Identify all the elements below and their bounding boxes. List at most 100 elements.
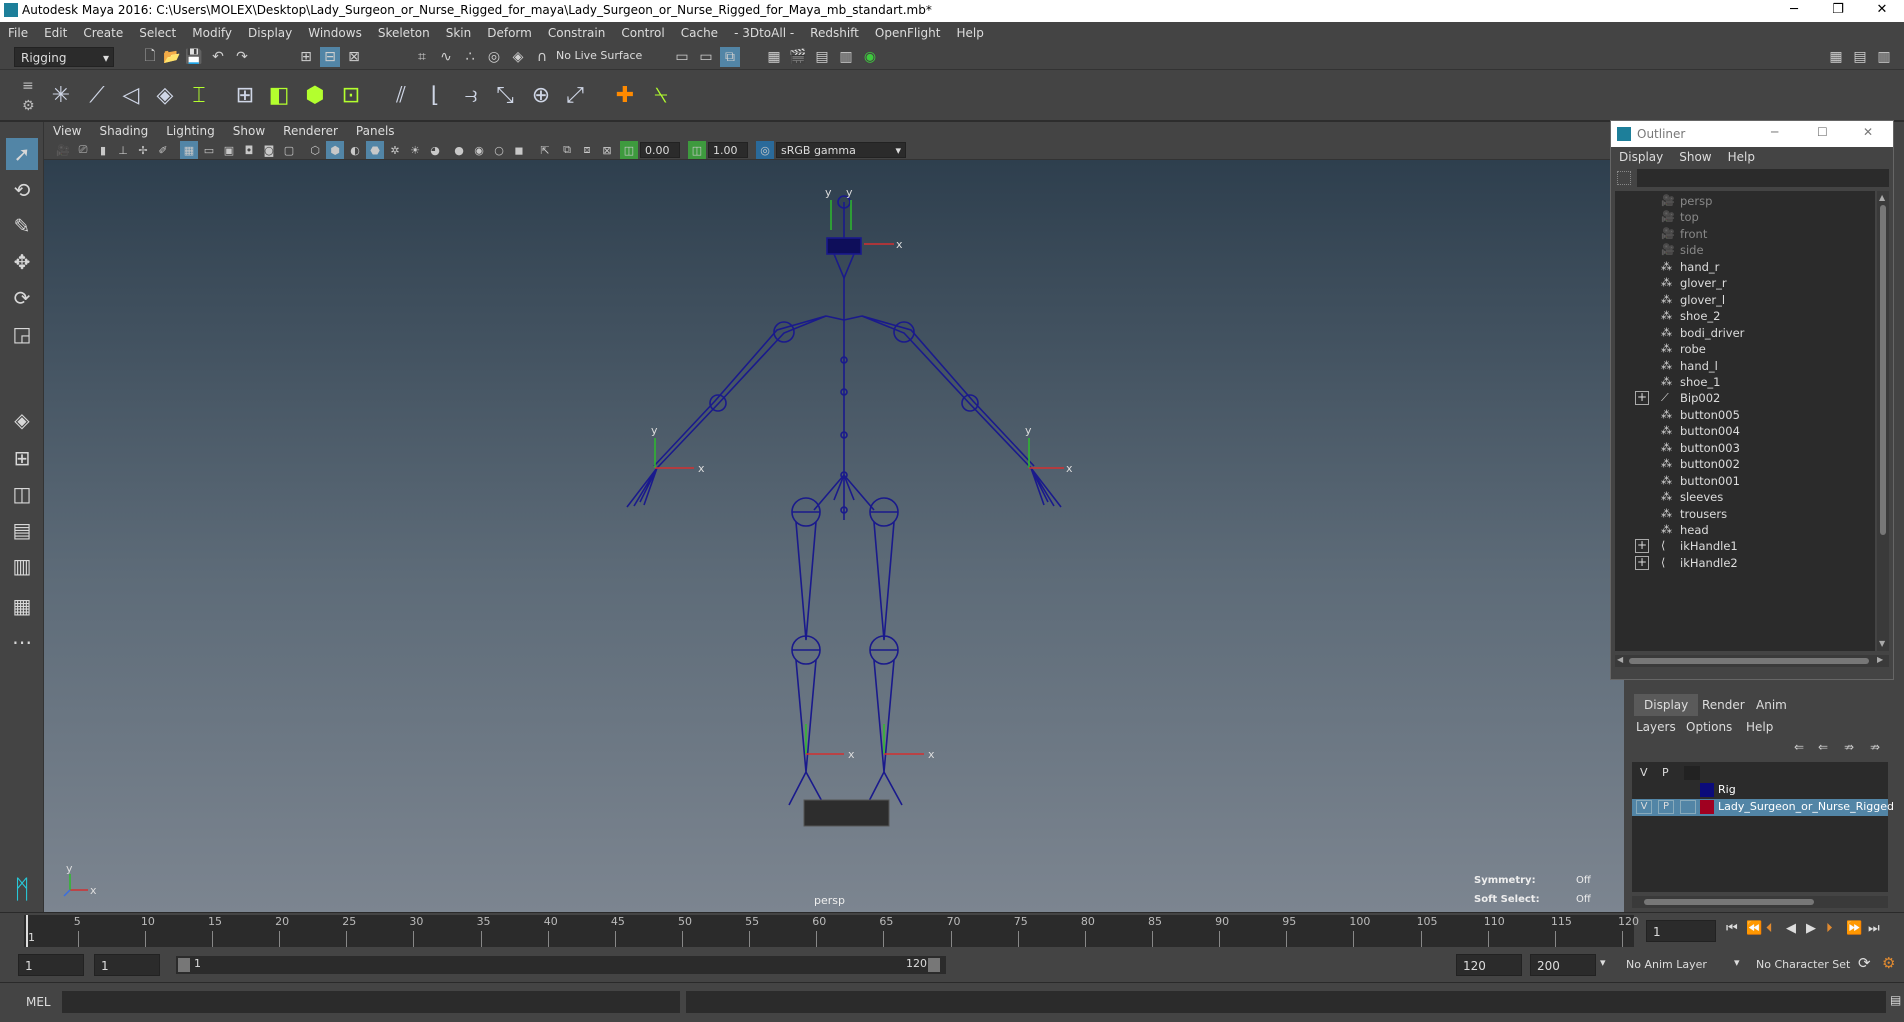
bind-skin-icon[interactable]: ⫽ — [384, 78, 418, 112]
safe-action-icon[interactable]: ▢ — [280, 141, 298, 159]
character-set-label[interactable]: No Character Set — [1756, 958, 1850, 971]
lattice-icon[interactable]: ◧ — [262, 78, 296, 112]
menu-openflight[interactable]: OpenFlight — [867, 22, 949, 44]
tool-settings-icon[interactable]: ▥ — [1874, 47, 1894, 67]
scale-tool-icon[interactable]: ◲ — [6, 318, 38, 350]
current-frame-field[interactable]: 1 — [1646, 920, 1716, 942]
ik-spline-icon[interactable]: ◁ — [114, 78, 148, 112]
panel-menu-shading[interactable]: Shading — [90, 122, 157, 140]
isolate-select-icon[interactable]: ⇱ — [536, 141, 554, 159]
more-layouts-icon[interactable]: ⋯ — [6, 626, 38, 658]
default-material-icon[interactable]: ◐ — [346, 141, 364, 159]
color-space-dropdown[interactable]: sRGB gamma ▾ — [776, 142, 906, 158]
menu-select[interactable]: Select — [131, 22, 184, 44]
exposure-icon[interactable]: ◫ — [620, 141, 638, 159]
panel-menu-panels[interactable]: Panels — [347, 122, 404, 140]
layer-row[interactable]: V P Lady_Surgeon_or_Nurse_Rigged — [1632, 799, 1894, 816]
mirror-skin-icon[interactable]: ⤡ — [488, 78, 522, 112]
menu-3dtoall[interactable]: - 3DtoAll - — [726, 22, 802, 44]
minimize-icon[interactable]: ─ — [1771, 125, 1778, 139]
aim-constraint-icon[interactable]: ⍀ — [644, 78, 678, 112]
magnet-icon[interactable]: ∩ — [532, 47, 552, 67]
redo-icon[interactable]: ↷ — [232, 47, 252, 67]
step-forward-key-icon[interactable]: ⏩ — [1846, 921, 1862, 936]
locator-icon[interactable]: ⌶ — [182, 78, 216, 112]
scroll-up-icon[interactable]: ▲ — [1879, 193, 1885, 202]
chevron-down-icon[interactable]: ▾ — [1600, 956, 1606, 969]
panel-menu-lighting[interactable]: Lighting — [157, 122, 224, 140]
xray-components-icon[interactable]: ⊠ — [598, 141, 616, 159]
new-layer-icon[interactable]: ⇏ — [1844, 740, 1854, 754]
layer-visibility-toggle[interactable]: V — [1636, 800, 1652, 814]
script-editor-icon[interactable]: ▤ — [1890, 993, 1901, 1007]
outliner-item[interactable]: + ⟨ ikHandle2 — [1615, 553, 1873, 573]
resolution-gate-icon[interactable]: ▣ — [220, 141, 238, 159]
smooth-shade-icon[interactable]: ⬢ — [326, 141, 344, 159]
save-scene-icon[interactable]: 💾 — [184, 47, 204, 67]
play-forwards-icon[interactable]: ▶ — [1806, 921, 1816, 936]
start-time-field[interactable]: 1 — [18, 954, 84, 976]
playback-start-field[interactable]: 1 — [94, 954, 160, 976]
joint-tool-icon[interactable]: ✳ — [44, 78, 78, 112]
wrap-deformer-icon[interactable]: ⬢ — [298, 78, 332, 112]
scroll-down-icon[interactable]: ▼ — [1879, 639, 1885, 648]
restore-icon[interactable]: ❐ — [1816, 0, 1860, 22]
paint-weights-icon[interactable]: ⌊ — [418, 78, 452, 112]
four-pane-layout-icon[interactable]: ⊞ — [6, 442, 38, 474]
menu-edit[interactable]: Edit — [36, 22, 75, 44]
2d-pan-icon[interactable]: ✢ — [134, 141, 152, 159]
ambient-occlusion-icon[interactable]: ● — [450, 141, 468, 159]
gate-mask-icon[interactable]: ◘ — [240, 141, 258, 159]
snap-view-icon[interactable]: ◎ — [484, 47, 504, 67]
step-forward-frame-icon[interactable]: ⏵ — [1826, 921, 1833, 936]
preferences-icon[interactable]: ⚙ — [1882, 954, 1895, 972]
menu-constrain[interactable]: Constrain — [540, 22, 614, 44]
wireframe-icon[interactable]: ⬡ — [306, 141, 324, 159]
range-end-handle[interactable] — [928, 958, 940, 972]
scroll-thumb[interactable] — [1644, 899, 1814, 905]
go-to-start-icon[interactable]: ⏮ — [1726, 921, 1738, 936]
copy-skin-icon[interactable]: ⊕ — [524, 78, 558, 112]
persp-viewport[interactable]: y y x y x y x x x x y persp Symmetry: Of… — [44, 160, 1624, 912]
step-back-key-icon[interactable]: ⏪ — [1746, 921, 1762, 936]
menu-file[interactable]: File — [0, 22, 36, 44]
range-start-handle[interactable] — [178, 958, 190, 972]
menu-control[interactable]: Control — [613, 22, 672, 44]
close-icon[interactable]: ✕ — [1860, 0, 1904, 22]
menu-skin[interactable]: Skin — [438, 22, 480, 44]
outliner-vertical-scrollbar[interactable]: ▲ ▼ — [1877, 191, 1889, 651]
command-input[interactable] — [62, 991, 680, 1013]
panel-menu-show[interactable]: Show — [224, 122, 274, 140]
ik-handle-icon[interactable]: ⟋ — [80, 78, 114, 112]
undo-icon[interactable]: ↶ — [208, 47, 228, 67]
new-layer-selected-icon[interactable]: ⇏ — [1870, 740, 1880, 754]
time-slider[interactable]: 5 10 15 20 25 30 35 40 45 50 55 60 65 70 75 80 85 90 95 100… — [0, 912, 1904, 948]
layer-horizontal-scrollbar[interactable] — [1632, 896, 1888, 908]
outliner-layout-icon[interactable]: ▤ — [6, 514, 38, 546]
minimize-icon[interactable]: ─ — [1772, 0, 1816, 22]
hypergraph-layout-icon[interactable]: ▦ — [6, 590, 38, 622]
input-ops-icon[interactable]: ▭ — [672, 47, 692, 67]
step-back-frame-icon[interactable]: ⏴ — [1766, 921, 1773, 936]
shelf-menu-icon[interactable]: ≡ — [22, 78, 34, 94]
menu-cache[interactable]: Cache — [673, 22, 726, 44]
live-surface-label[interactable]: No Live Surface — [556, 49, 642, 62]
camera-attr-icon[interactable]: ⎚ — [74, 141, 92, 159]
layer-color-swatch[interactable] — [1700, 783, 1714, 797]
shadows-icon[interactable]: ◕ — [426, 141, 444, 159]
menu-redshift[interactable]: Redshift — [802, 22, 867, 44]
rotate-tool-icon[interactable]: ⟳ — [6, 282, 38, 314]
menu-help[interactable]: Help — [948, 22, 991, 44]
select-object-icon[interactable]: ⊟ — [320, 47, 340, 67]
gamma-field[interactable]: 1.00 — [708, 142, 748, 158]
current-time-indicator[interactable] — [26, 915, 28, 947]
bookmark-icon[interactable]: ▮ — [94, 141, 112, 159]
graph-layout-icon[interactable]: ▥ — [6, 550, 38, 582]
outliner-menu-show[interactable]: Show — [1671, 147, 1719, 167]
image-plane-icon[interactable]: ⊥ — [114, 141, 132, 159]
scroll-left-icon[interactable]: ◀ — [1617, 655, 1623, 664]
layer-tab-display[interactable]: Display — [1634, 694, 1699, 716]
layer-tab-anim[interactable]: Anim — [1746, 694, 1797, 716]
scroll-thumb[interactable] — [1880, 205, 1886, 535]
playback-end-field[interactable]: 120 — [1456, 954, 1522, 976]
